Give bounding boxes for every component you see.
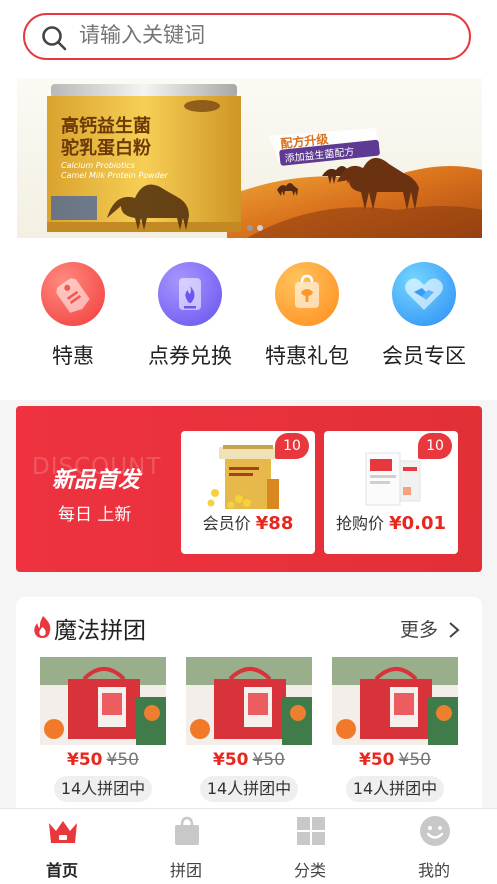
product-badge: 10 [275,433,309,459]
group-buy-section: 魔法拼团 更多 ¥50 ¥50 14人拼团中 ¥50 ¥50 14人拼团中 ¥5… [16,597,482,827]
can-subtitle-line2: Camel Milk Protein Powder [61,171,169,180]
group-buy-item[interactable]: ¥50 ¥50 14人拼团中 [186,657,312,802]
product-image [40,657,166,745]
category-item-member[interactable]: 会员专区 [369,262,479,370]
can-title-line1: 高钙益生菌 [61,115,151,137]
search-input[interactable] [79,19,439,51]
handshake-heart-icon [392,262,456,326]
group-buy-item[interactable]: ¥50 ¥50 14人拼团中 [40,657,166,802]
group-status: 14人拼团中 [346,776,444,802]
item-prices: ¥50 ¥50 [213,750,285,770]
new-product-card[interactable]: 10 抢购价 ¥0.01 [324,431,458,554]
product-image [186,657,312,745]
group-status: 14人拼团中 [54,776,152,802]
item-prices: ¥50 ¥50 [359,750,431,770]
tab-group-buy[interactable]: 拼团 [124,809,248,884]
product-price: 抢购价 ¥0.01 [335,513,447,534]
category-item-coupon[interactable]: 点券兑换 [135,262,245,370]
category-label: 特惠礼包 [265,344,349,368]
flame-coupon-icon [158,262,222,326]
shopping-bag-icon [175,816,199,845]
category-row: 特惠 点券兑换 特惠礼包 会员专区 [0,262,497,372]
category-item-giftpack[interactable]: 特惠礼包 [252,262,362,370]
tag-icon [41,262,105,326]
grid-category-icon [297,817,325,845]
more-label: 更多 [399,619,438,641]
banner-illustration: 配方升级 添加益生菌配方 高钙益生菌 驼乳蛋白粉 Calcium Probiot… [17,78,482,238]
category-item-tehui[interactable]: 特惠 [18,262,128,370]
search-icon [42,26,67,51]
product-image [332,657,458,745]
category-label: 特惠 [52,344,94,368]
fire-icon [34,616,51,638]
product-price: 会员价 ¥88 [202,513,294,534]
more-link[interactable]: 更多 [400,615,460,642]
search-bar[interactable] [23,13,471,60]
chevron-right-icon [449,622,460,638]
smile-profile-icon [420,816,450,846]
can-title-line2: 驼乳蛋白粉 [61,137,151,159]
tab-category[interactable]: 分类 [248,809,372,884]
item-prices: ¥50 ¥50 [67,750,139,770]
banner-dot-active[interactable] [247,225,253,231]
new-arrivals-section[interactable]: DISCOUNT 新品首发 每日 上新 10 会员价 ¥88 10 抢购价 ¥0… [16,406,482,572]
tab-profile[interactable]: 我的 [372,809,496,884]
category-label: 点券兑换 [148,344,232,368]
tab-home[interactable]: 首页 [0,809,124,884]
new-arrivals-subtitle: 每日 上新 [58,505,132,525]
banner-dot[interactable] [257,225,263,231]
promo-banner[interactable]: 配方升级 添加益生菌配方 高钙益生菌 驼乳蛋白粉 Calcium Probiot… [17,78,482,238]
can-subtitle-line1: Calcium Probiotics [61,161,135,170]
tab-label: 首页 [45,861,78,880]
group-status: 14人拼团中 [200,776,298,802]
top-section: 配方升级 添加益生菌配方 高钙益生菌 驼乳蛋白粉 Calcium Probiot… [0,0,497,400]
new-product-card[interactable]: 10 会员价 ¥88 [181,431,315,554]
tab-label: 分类 [293,861,326,880]
crown-home-icon [49,821,77,843]
new-arrivals-title: 新品首发 [52,468,141,493]
group-buy-title: 魔法拼团 [54,618,146,644]
bottom-tab-bar: 首页 拼团 分类 我的 [0,808,497,884]
tab-label: 拼团 [169,861,202,880]
gift-bag-icon [275,262,339,326]
category-label: 会员专区 [382,344,466,368]
group-buy-item[interactable]: ¥50 ¥50 14人拼团中 [332,657,458,802]
product-badge: 10 [418,433,452,459]
tab-label: 我的 [417,861,450,880]
